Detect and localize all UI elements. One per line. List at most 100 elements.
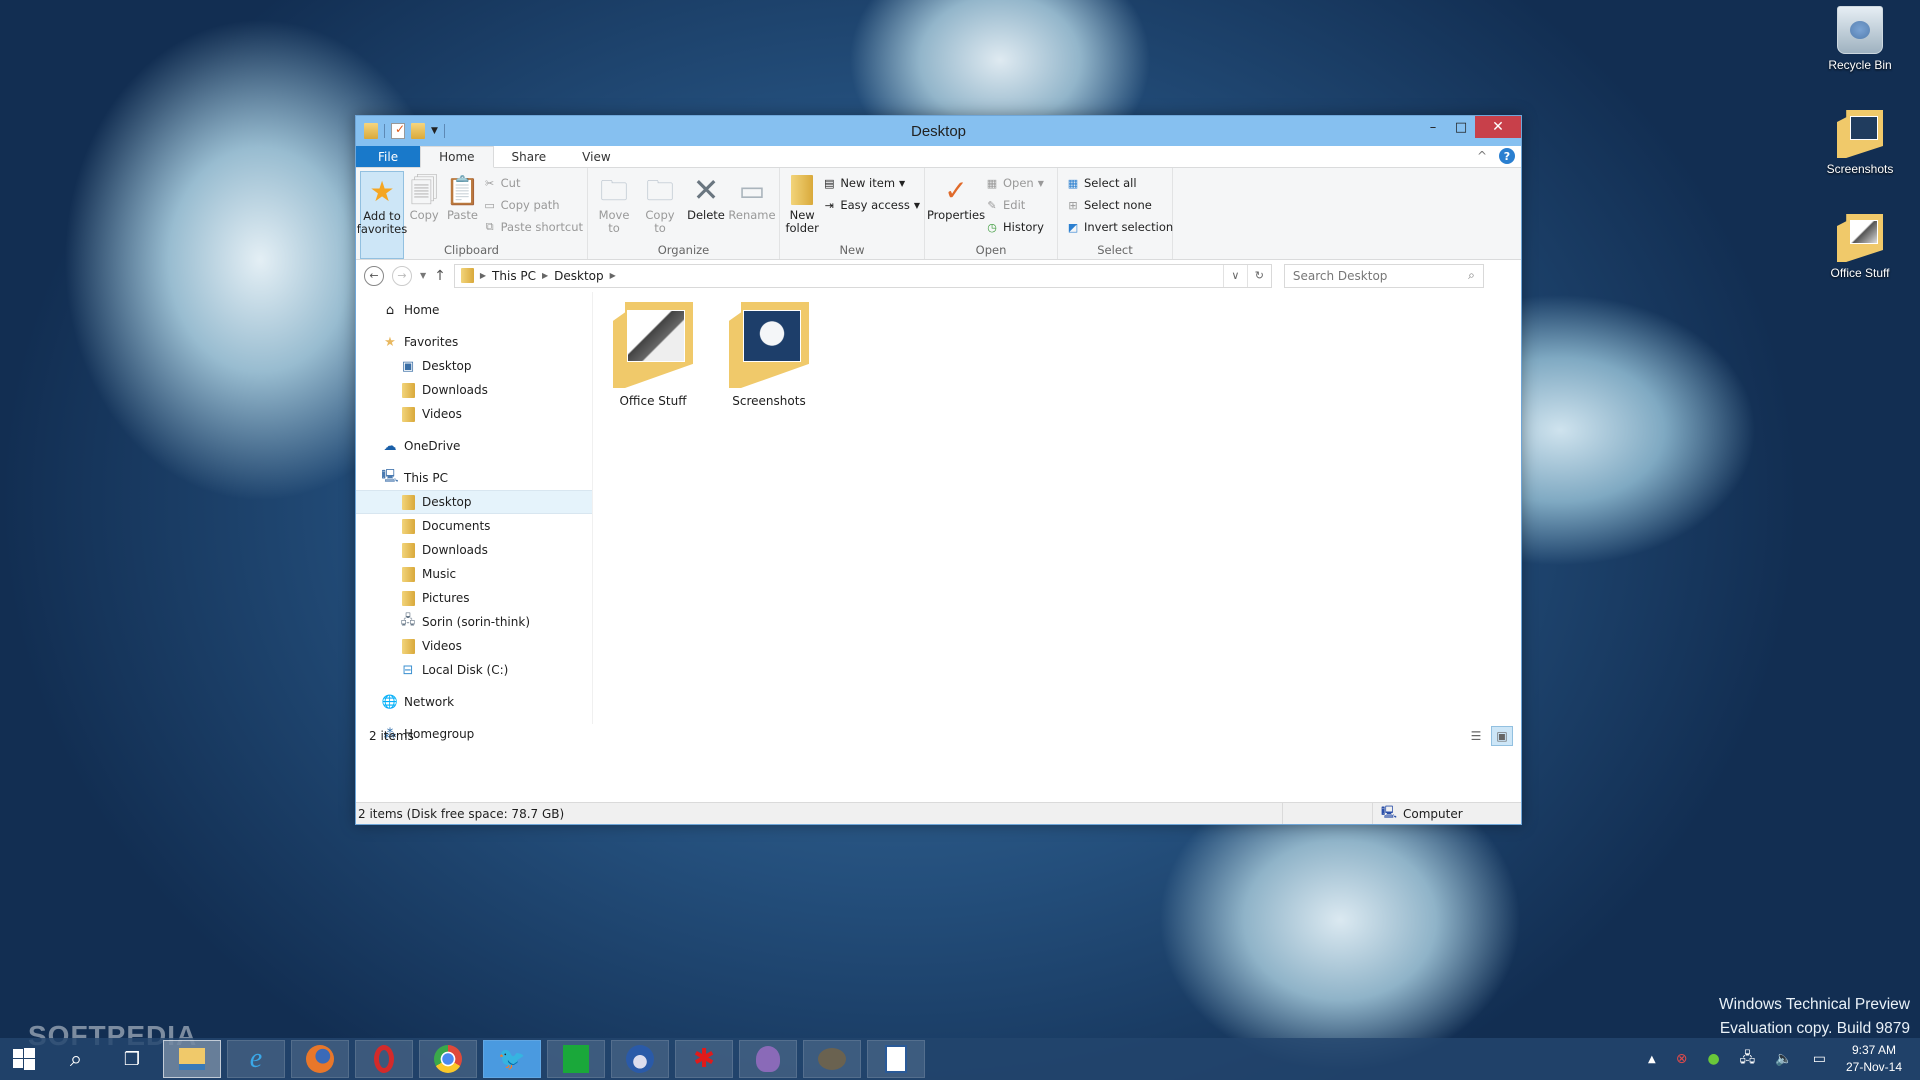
edit-button[interactable]: ✎ Edit	[985, 196, 1044, 214]
help-icon[interactable]: ?	[1499, 148, 1515, 164]
group-new: New folder ▤ New item ▼ ⇥ Easy access ▼ New	[780, 168, 925, 259]
paste-shortcut-button[interactable]: ⧉ Paste shortcut	[483, 218, 583, 236]
recent-locations-dropdown-icon[interactable]: ▼	[420, 271, 426, 280]
nav-item-onedrive[interactable]: ☁ OneDrive	[356, 434, 592, 458]
nav-label: Favorites	[404, 335, 459, 349]
taskbar-libreoffice-writer[interactable]	[867, 1040, 925, 1078]
search-button[interactable]: ⌕	[48, 1038, 104, 1080]
easy-access-button[interactable]: ⇥ Easy access ▼	[822, 196, 920, 214]
dropdown-arrow-icon: ▼	[913, 200, 920, 210]
address-history-dropdown-icon[interactable]: ∨	[1222, 264, 1247, 287]
new-folder-icon[interactable]	[411, 123, 425, 139]
nav-label: Desktop	[422, 359, 472, 373]
taskbar-chrome[interactable]	[419, 1040, 477, 1078]
nav-item-favorites-downloads[interactable]: Downloads	[356, 378, 592, 402]
taskbar-store[interactable]	[547, 1040, 605, 1078]
invert-selection-button[interactable]: ◩ Invert selection	[1066, 218, 1173, 236]
group-open: ✓ Properties ▦ Open ▼ ✎ Edit ◷ History Open	[925, 168, 1058, 259]
taskbar-firefox[interactable]	[291, 1040, 349, 1078]
nav-item-favorites-videos[interactable]: Videos	[356, 402, 592, 426]
tab-file[interactable]: File	[356, 146, 421, 167]
nav-item-documents[interactable]: Documents	[356, 514, 592, 538]
nav-item-desktop[interactable]: Desktop	[356, 490, 592, 514]
nav-item-this-pc[interactable]: 🖳 This PC	[356, 466, 592, 490]
volume-icon[interactable]: 🔈	[1775, 1051, 1792, 1067]
taskbar-file-explorer[interactable]	[163, 1040, 221, 1078]
desktop-icon-recycle-bin[interactable]: Recycle Bin	[1814, 6, 1906, 72]
address-bar[interactable]: ▶ This PC ▶ Desktop ▶ ∨ ↻	[453, 263, 1272, 288]
sync-error-icon[interactable]: ⊗	[1676, 1051, 1688, 1067]
breadcrumb-chevron-icon[interactable]: ▶	[610, 271, 616, 280]
copy-path-button[interactable]: ▭ Copy path	[483, 196, 583, 214]
minimize-ribbon-icon[interactable]: ^	[1477, 149, 1487, 163]
file-item-office-stuff[interactable]: Office Stuff	[607, 302, 699, 408]
back-button[interactable]: ←	[364, 265, 384, 286]
file-name: Screenshots	[732, 394, 806, 408]
history-button[interactable]: ◷ History	[985, 218, 1044, 236]
properties-icon[interactable]	[391, 122, 405, 139]
new-item-icon: ▤	[824, 176, 835, 190]
explorer-folder-icon[interactable]	[364, 123, 378, 139]
ribbon-tabs: File Home Share View ^ ?	[356, 146, 1521, 168]
breadcrumb-chevron-icon[interactable]: ▶	[542, 271, 548, 280]
large-icons-view-button[interactable]: ▣	[1491, 726, 1513, 746]
nav-item-home[interactable]: ⌂ Home	[356, 298, 592, 322]
title-bar[interactable]: ▼ Desktop – □ ✕	[356, 116, 1521, 146]
nav-item-music[interactable]: Music	[356, 562, 592, 586]
up-button[interactable]: ↑	[434, 268, 446, 284]
maximize-button[interactable]: □	[1447, 116, 1475, 138]
taskbar-gimp[interactable]	[803, 1040, 861, 1078]
search-input[interactable]: Search Desktop ⌕	[1283, 263, 1484, 288]
taskbar-bug-app[interactable]: ✱	[675, 1040, 733, 1078]
paste-shortcut-icon: ⧉	[485, 220, 494, 233]
nav-item-downloads[interactable]: Downloads	[356, 538, 592, 562]
cut-button[interactable]: ✂ Cut	[483, 174, 583, 192]
customize-qat-dropdown-icon[interactable]: ▼	[431, 126, 438, 136]
select-none-button[interactable]: ⊞ Select none	[1066, 196, 1173, 214]
taskbar-opera[interactable]	[355, 1040, 413, 1078]
taskbar-thunderbird[interactable]	[611, 1040, 669, 1078]
close-button[interactable]: ✕	[1475, 116, 1521, 138]
nav-item-favorites[interactable]: ★ Favorites	[356, 330, 592, 354]
select-all-button[interactable]: ▦ Select all	[1066, 174, 1173, 192]
quick-access-toolbar: ▼	[356, 122, 445, 139]
file-item-screenshots[interactable]: Screenshots	[723, 302, 815, 408]
taskbar-pidgin[interactable]	[739, 1040, 797, 1078]
taskbar-internet-explorer[interactable]: e	[227, 1040, 285, 1078]
new-folder-icon	[786, 173, 818, 207]
network-status-icon[interactable]: 🖧	[1740, 1047, 1756, 1071]
start-button[interactable]	[0, 1038, 48, 1080]
tab-share[interactable]: Share	[494, 146, 565, 167]
breadcrumb-desktop[interactable]: Desktop	[554, 269, 604, 283]
action-center-icon[interactable]: ▭	[1813, 1051, 1826, 1067]
minimize-button[interactable]: –	[1419, 116, 1447, 138]
details-view-button[interactable]: ☰	[1465, 726, 1487, 746]
refresh-icon[interactable]: ↻	[1246, 264, 1271, 287]
nav-item-network[interactable]: 🌐 Network	[356, 690, 592, 714]
nav-item-favorites-desktop[interactable]: ▣ Desktop	[356, 354, 592, 378]
tab-home[interactable]: Home	[420, 146, 494, 168]
breadcrumb-chevron-icon[interactable]: ▶	[480, 271, 486, 280]
breadcrumb-this-pc[interactable]: This PC	[492, 269, 536, 283]
separator	[443, 124, 445, 138]
drive-icon: ⊟	[402, 662, 414, 678]
desktop-icon-office-stuff[interactable]: Office Stuff	[1814, 214, 1906, 280]
forward-button[interactable]: →	[392, 265, 412, 286]
taskbar-twitter[interactable]: 🐦	[483, 1040, 541, 1078]
tab-view[interactable]: View	[564, 146, 628, 167]
search-icon[interactable]: ⌕	[1468, 268, 1475, 283]
open-button[interactable]: ▦ Open ▼	[985, 174, 1044, 192]
button-label: New item	[840, 176, 896, 190]
task-view-button[interactable]: ❐	[104, 1038, 160, 1080]
status-green-icon[interactable]: ●	[1707, 1051, 1719, 1067]
new-item-button[interactable]: ▤ New item ▼	[822, 174, 920, 192]
nav-item-pictures[interactable]: Pictures	[356, 586, 592, 610]
clock[interactable]: 9:37 AM 27-Nov-14	[1846, 1042, 1902, 1076]
button-label: Paste	[446, 208, 478, 222]
nav-item-videos[interactable]: Videos	[356, 634, 592, 658]
nav-item-local-disk[interactable]: ⊟ Local Disk (C:)	[356, 658, 592, 682]
nav-item-network-share[interactable]: 🖧 Sorin (sorin-think)	[356, 610, 592, 634]
desktop-icon-screenshots[interactable]: Screenshots	[1814, 110, 1906, 176]
show-hidden-icons-icon[interactable]: ▲	[1648, 1054, 1656, 1065]
button-label: Open	[1003, 176, 1034, 190]
